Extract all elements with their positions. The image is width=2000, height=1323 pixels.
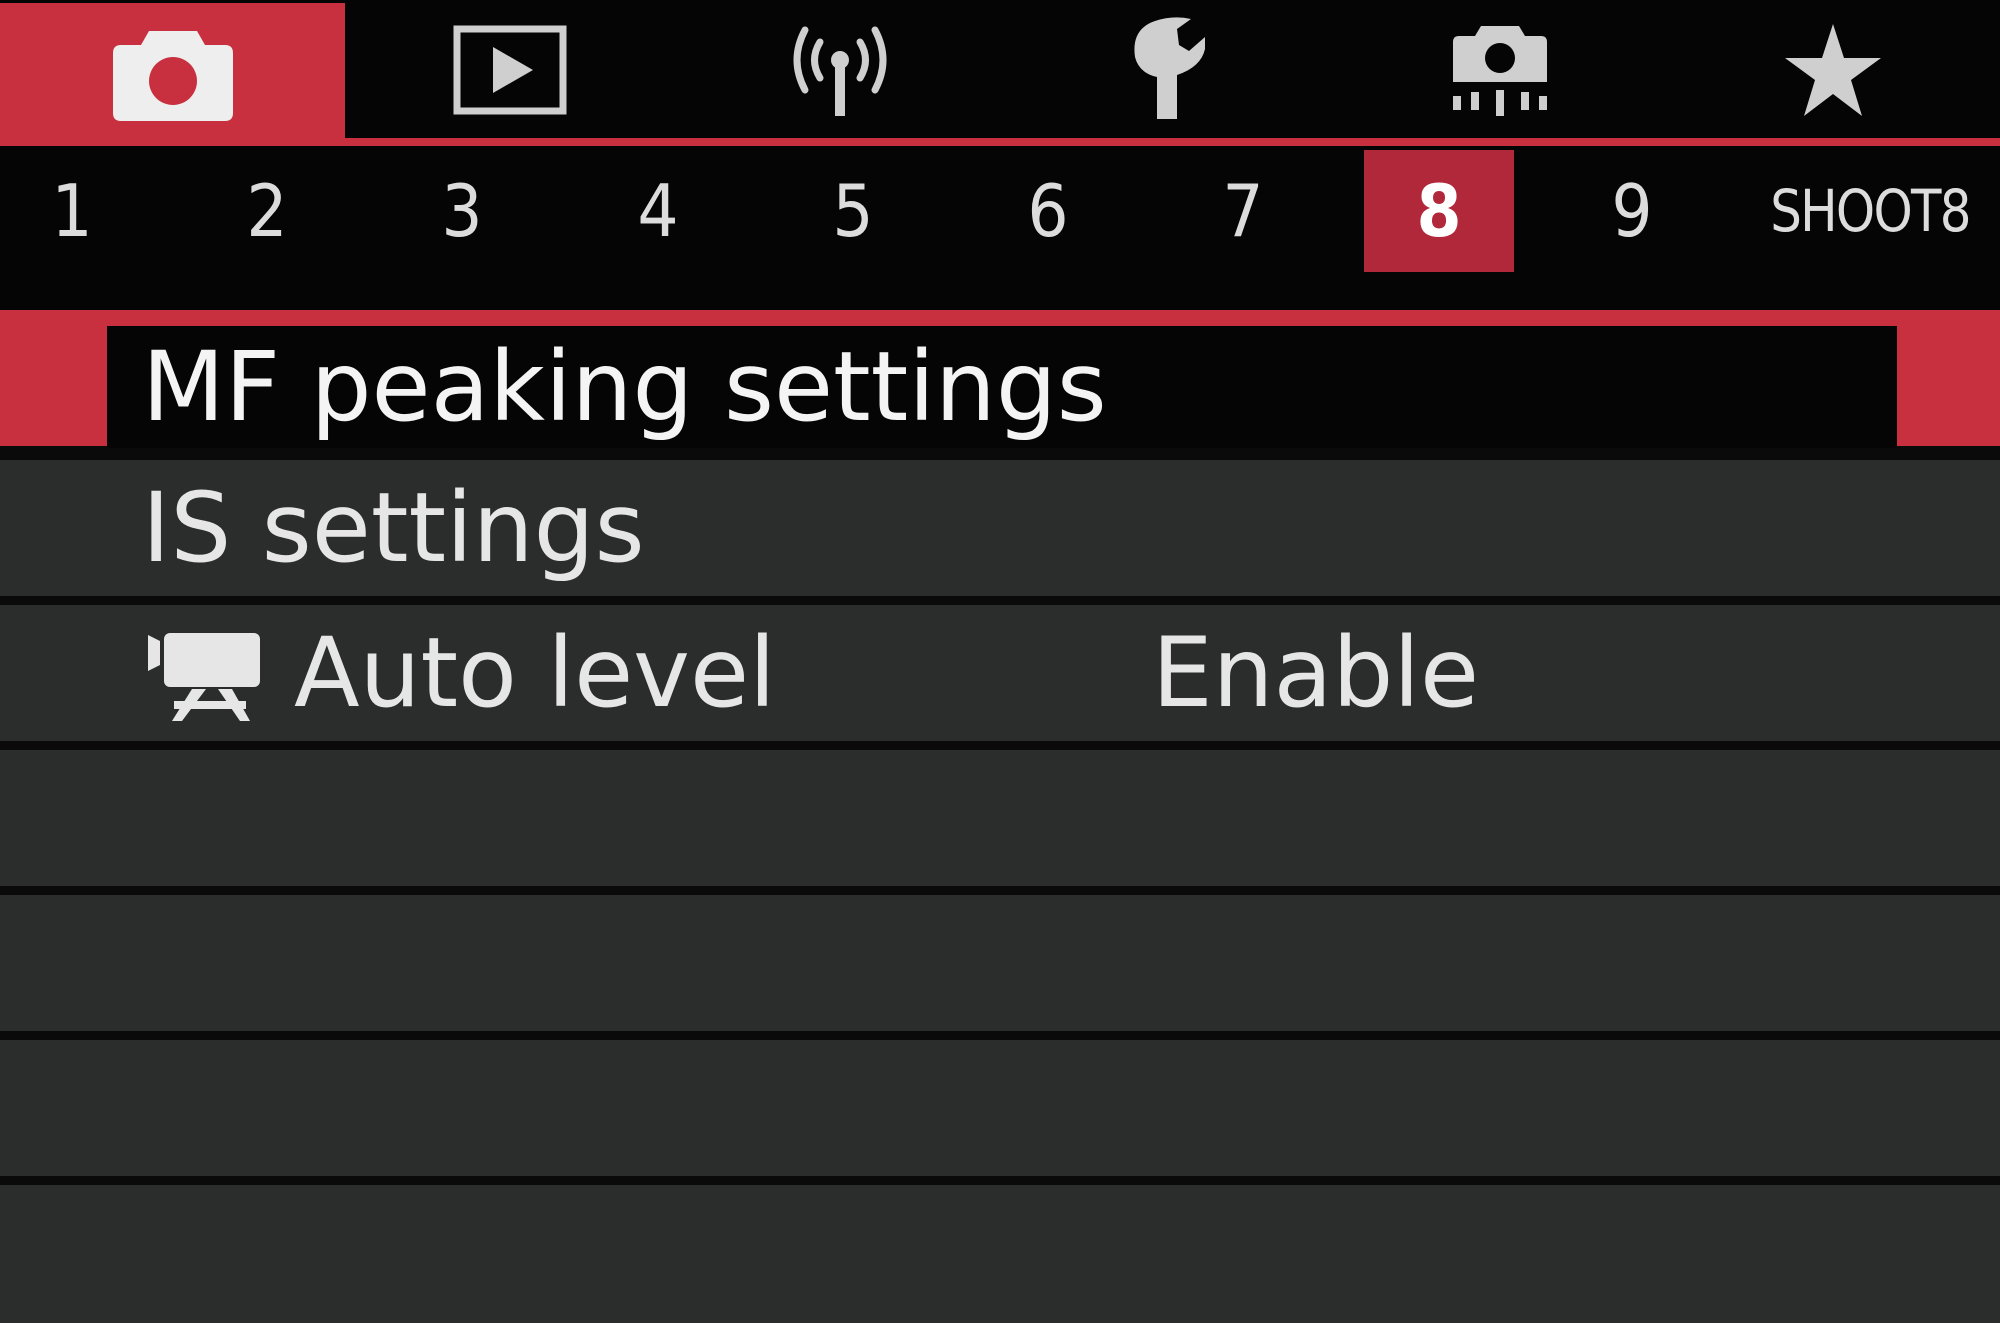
- page-tab-2[interactable]: 2: [217, 150, 317, 272]
- tab-shooting[interactable]: [0, 3, 345, 143]
- camera-dial-icon: [1453, 26, 1547, 116]
- menu-page-tabs: 1 2 3 4 5 6 7 8 9 SHOOT8: [0, 146, 2000, 310]
- page-tab-5[interactable]: 5: [803, 150, 903, 272]
- wireless-icon: [793, 26, 887, 116]
- menu-item-label: IS settings: [142, 472, 645, 584]
- menu-category-tabs: [0, 0, 2000, 143]
- menu-item-empty: [0, 1185, 2000, 1323]
- tab-underline: [0, 138, 2000, 146]
- page-tab-8[interactable]: 8: [1364, 150, 1514, 272]
- camera-icon: [112, 31, 233, 121]
- menu-item-auto-level[interactable]: Auto level Enable: [0, 605, 2000, 741]
- menu-item-mf-peaking-settings[interactable]: MF peaking settings: [0, 310, 2000, 448]
- page-tab-7[interactable]: 7: [1193, 150, 1293, 272]
- tab-setup[interactable]: [1005, 0, 1335, 140]
- star-icon: [1784, 24, 1881, 116]
- menu-list: MF peaking settings IS settings Auto lev…: [0, 310, 2000, 1323]
- menu-page-name: SHOOT8: [1770, 177, 1971, 245]
- page-tab-1[interactable]: 1: [22, 150, 122, 272]
- page-tab-9[interactable]: 9: [1582, 150, 1682, 272]
- menu-item-empty: [0, 750, 2000, 886]
- camera-menu-screen: 1 2 3 4 5 6 7 8 9 SHOOT8 MF peaking sett…: [0, 0, 2000, 1323]
- tab-wireless[interactable]: [675, 0, 1005, 140]
- menu-item-empty: [0, 1040, 2000, 1176]
- menu-item-value: Enable: [1152, 617, 1479, 729]
- menu-item-is-settings[interactable]: IS settings: [0, 460, 2000, 596]
- menu-item-label: Auto level: [294, 617, 776, 729]
- page-tab-6[interactable]: 6: [998, 150, 1098, 272]
- page-tab-3[interactable]: 3: [412, 150, 512, 272]
- play-icon: [453, 25, 567, 115]
- menu-item-label: MF peaking settings: [142, 331, 1107, 443]
- menu-item-empty: [0, 895, 2000, 1031]
- tab-my-menu[interactable]: [1665, 0, 2000, 140]
- movie-icon: [148, 633, 260, 721]
- tab-playback[interactable]: [345, 0, 675, 140]
- tab-custom-functions[interactable]: [1335, 0, 1665, 140]
- page-tab-4[interactable]: 4: [608, 150, 708, 272]
- wrench-icon: [1134, 17, 1205, 119]
